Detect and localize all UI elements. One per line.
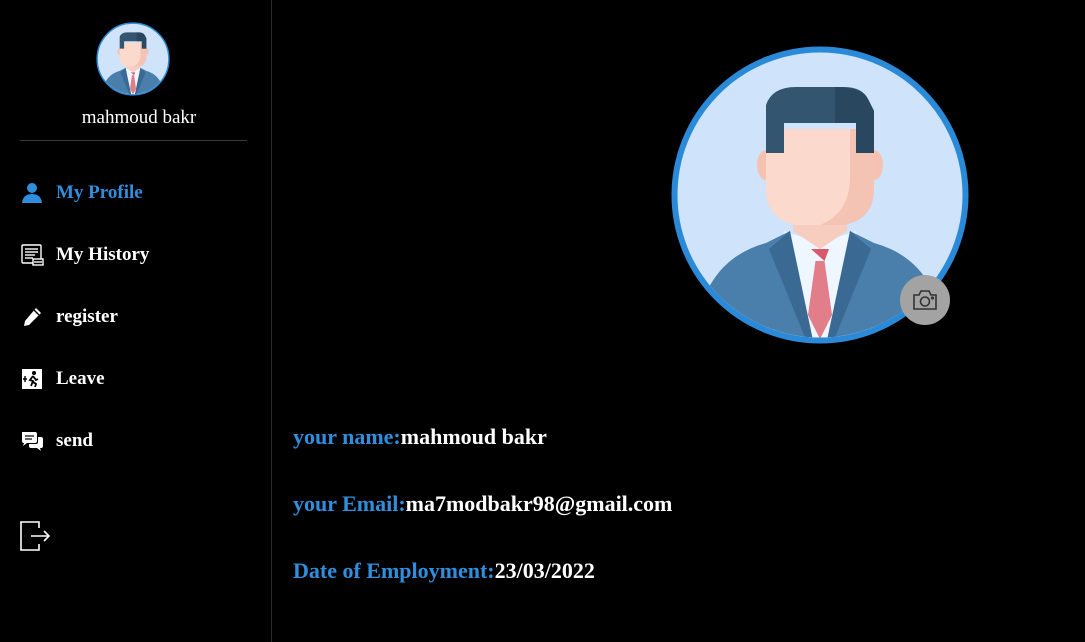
chat-icon (20, 429, 44, 453)
email-label: your Email: (293, 491, 406, 516)
logout-icon (20, 521, 51, 551)
sidebar-user-name: mahmoud bakr (81, 107, 197, 128)
sidebar-item-label: My History (56, 244, 150, 265)
pen-icon (20, 305, 44, 329)
sidebar: mahmoud bakr My Profile My History regis… (0, 0, 272, 642)
user-icon (20, 181, 44, 205)
profile-date-row: Date of Employment:23/03/2022 (293, 558, 595, 584)
name-label: your name: (293, 424, 401, 449)
sidebar-item-label: register (56, 306, 118, 327)
sidebar-item-label: My Profile (56, 182, 143, 203)
sidebar-item-leave[interactable]: Leave (20, 366, 105, 392)
history-icon (20, 243, 44, 267)
logout-button[interactable] (19, 520, 51, 552)
profile-name-row: your name:mahmoud bakr (293, 424, 547, 450)
sidebar-avatar (96, 22, 170, 96)
sidebar-item-send[interactable]: send (20, 428, 93, 454)
change-photo-button[interactable] (900, 275, 950, 325)
sidebar-item-register[interactable]: register (20, 304, 118, 330)
sidebar-item-my-history[interactable]: My History (20, 242, 149, 268)
exit-door-icon (20, 367, 44, 391)
date-value: 23/03/2022 (494, 558, 595, 583)
date-label: Date of Employment: (293, 558, 495, 583)
camera-icon (913, 290, 937, 310)
email-value: ma7modbakr98@gmail.com (405, 491, 673, 516)
sidebar-divider (20, 140, 247, 141)
sidebar-item-label: Leave (56, 368, 105, 389)
profile-email-row: your Email:ma7modbakr98@gmail.com (293, 491, 672, 517)
sidebar-item-label: send (56, 430, 93, 451)
sidebar-item-my-profile[interactable]: My Profile (20, 180, 143, 206)
name-value: mahmoud bakr (400, 424, 547, 449)
